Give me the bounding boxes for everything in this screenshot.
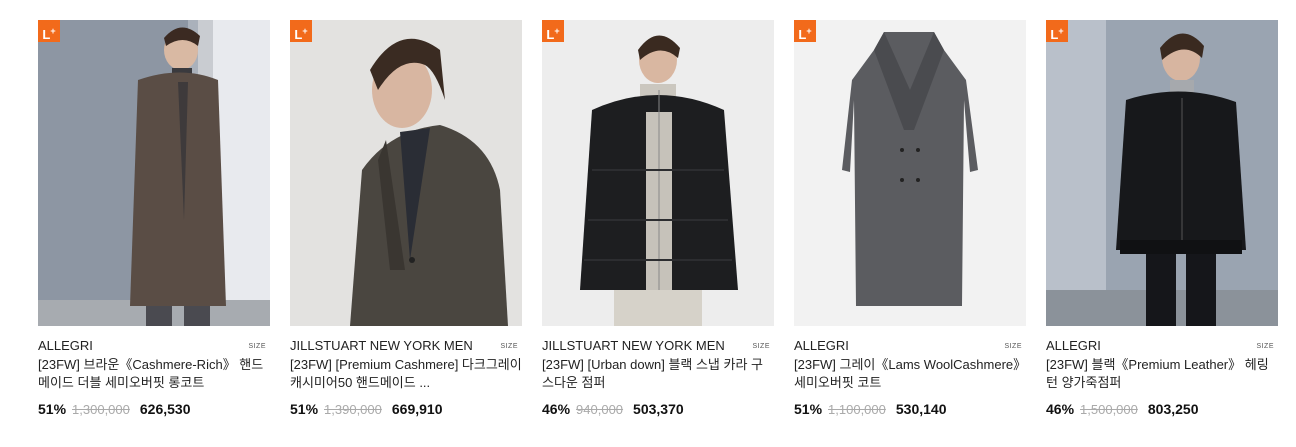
model-darkgrey-coat-image xyxy=(290,20,522,326)
size-label[interactable]: SIZE xyxy=(752,343,770,350)
product-grid: L+ SIZE ALLEGRI [23FW] 브라운《Cashmere-Rich… xyxy=(38,20,1278,419)
product-brand: JILLSTUART NEW YORK MEN xyxy=(290,338,473,353)
model-black-down-jacket-image xyxy=(542,20,774,326)
product-thumb-wrap: L+ SIZE xyxy=(794,20,1026,350)
sale-price: 626,530 xyxy=(139,401,191,417)
product-brand: ALLEGRI xyxy=(1046,338,1101,353)
price-row: 46% 940,000 503,370 xyxy=(542,400,774,419)
product-thumb-wrap: L+ SIZE xyxy=(1046,20,1278,350)
product-image[interactable]: L+ xyxy=(542,20,774,326)
size-label[interactable]: SIZE xyxy=(248,343,266,350)
lplus-badge: L+ xyxy=(1046,20,1068,42)
product-card[interactable]: L+ SIZE ALLEGRI [23FW] 브라운《Cashmere-Rich… xyxy=(38,20,270,419)
product-card[interactable]: L+ SIZE ALLEGRI [23FW] 그레이《Lams WoolCash… xyxy=(794,20,1026,419)
price-row: 51% 1,300,000 626,530 xyxy=(38,400,270,419)
price-row: 51% 1,390,000 669,910 xyxy=(290,400,522,419)
discount-rate: 46% xyxy=(1046,401,1075,417)
product-card[interactable]: L+ SIZE JILLSTUART NEW YORK MEN [23FW] [… xyxy=(290,20,522,419)
lplus-badge: L+ xyxy=(542,20,564,42)
sale-price: 530,140 xyxy=(895,401,947,417)
product-brand: ALLEGRI xyxy=(794,338,849,353)
lplus-badge: L+ xyxy=(290,20,312,42)
product-card[interactable]: L+ SIZE ALLEGRI [23FW] 블랙《Premium Leathe… xyxy=(1046,20,1278,419)
product-title[interactable]: [23FW] 브라운《Cashmere-Rich》 핸드메이드 더블 세미오버핏… xyxy=(38,356,270,392)
model-brown-longcoat-image xyxy=(38,20,270,326)
discount-rate: 51% xyxy=(38,401,67,417)
size-label[interactable]: SIZE xyxy=(500,343,518,350)
lplus-badge: L+ xyxy=(38,20,60,42)
product-thumb-wrap: L+ SIZE xyxy=(38,20,270,350)
grey-coat-product-image xyxy=(794,20,1026,326)
sale-price: 803,250 xyxy=(1147,401,1199,417)
product-brand: JILLSTUART NEW YORK MEN xyxy=(542,338,725,353)
original-price: 1,500,000 xyxy=(1080,402,1138,417)
size-label[interactable]: SIZE xyxy=(1004,343,1022,350)
product-thumb-wrap: L+ SIZE xyxy=(542,20,774,350)
lplus-badge: L+ xyxy=(794,20,816,42)
product-image[interactable]: L+ xyxy=(38,20,270,326)
product-card[interactable]: L+ SIZE JILLSTUART NEW YORK MEN [23FW] [… xyxy=(542,20,774,419)
product-image[interactable]: L+ xyxy=(290,20,522,326)
price-row: 46% 1,500,000 803,250 xyxy=(1046,400,1278,419)
product-title[interactable]: [23FW] [Urban down] 블랙 스냅 카라 구스다운 점퍼 xyxy=(542,356,774,392)
discount-rate: 51% xyxy=(794,401,823,417)
price-row: 51% 1,100,000 530,140 xyxy=(794,400,1026,419)
original-price: 1,100,000 xyxy=(828,402,886,417)
product-title[interactable]: [23FW] 그레이《Lams WoolCashmere》세미오버핏 코트 xyxy=(794,356,1026,392)
original-price: 1,390,000 xyxy=(324,402,382,417)
product-thumb-wrap: L+ SIZE xyxy=(290,20,522,350)
sale-price: 669,910 xyxy=(391,401,443,417)
discount-rate: 51% xyxy=(290,401,319,417)
product-title[interactable]: [23FW] [Premium Cashmere] 다크그레이 캐시미어50 핸… xyxy=(290,356,522,392)
original-price: 940,000 xyxy=(576,402,624,417)
product-brand: ALLEGRI xyxy=(38,338,93,353)
product-title[interactable]: [23FW] 블랙《Premium Leather》 헤링턴 양가죽점퍼 xyxy=(1046,356,1278,392)
model-black-leather-jacket-image xyxy=(1046,20,1278,326)
size-label[interactable]: SIZE xyxy=(1256,343,1274,350)
product-image[interactable]: L+ xyxy=(794,20,1026,326)
product-image[interactable]: L+ xyxy=(1046,20,1278,326)
sale-price: 503,370 xyxy=(633,401,684,417)
original-price: 1,300,000 xyxy=(72,402,130,417)
discount-rate: 46% xyxy=(542,401,571,417)
